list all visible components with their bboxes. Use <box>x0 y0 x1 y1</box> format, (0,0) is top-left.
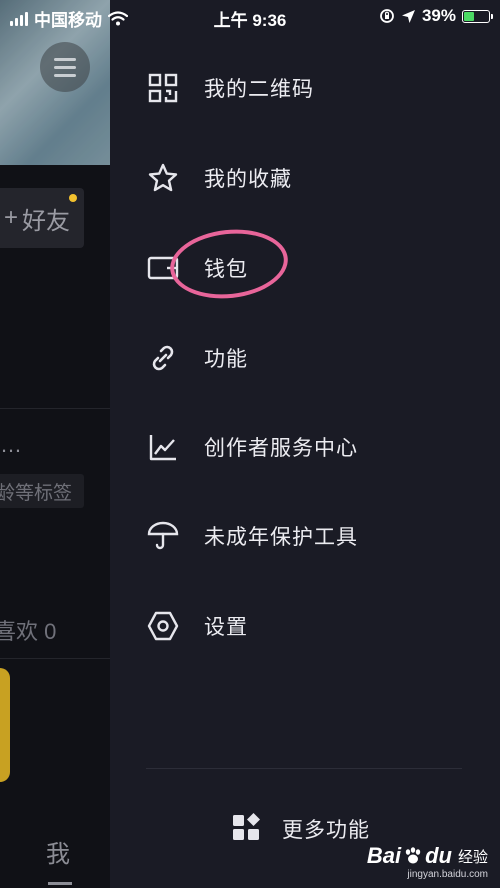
side-drawer: 我的二维码 我的收藏 钱包 功能 创作者服务中心 未成年保护工具 设置 更多功能 <box>110 0 500 888</box>
add-friend-label: 好友 <box>22 207 71 235</box>
more-features-button[interactable]: 更多功能 <box>232 806 370 852</box>
chart-icon <box>146 430 180 464</box>
battery-icon <box>462 9 493 23</box>
drawer-divider <box>146 768 462 769</box>
drawer-item-settings[interactable]: 设置 <box>146 598 466 654</box>
drawer-item-label: 未成年保护工具 <box>204 526 358 549</box>
baidu-jingyan-watermark: Bai du 经验 jingyan.baidu.com <box>367 843 488 880</box>
plus-icon: + <box>4 204 19 231</box>
notification-dot <box>69 194 77 202</box>
drawer-item-qr-code[interactable]: 我的二维码 <box>146 60 466 116</box>
drawer-item-label: 功能 <box>204 348 248 371</box>
menu-icon[interactable] <box>40 42 90 92</box>
watermark-brand: Bai <box>366 843 402 868</box>
drawer-item-label: 钱包 <box>204 258 248 281</box>
drawer-item-minor-protection[interactable]: 未成年保护工具 <box>146 508 466 564</box>
umbrella-icon <box>146 519 180 553</box>
watermark-brand-cn: 经验 <box>457 848 488 866</box>
divider <box>0 408 110 409</box>
wallet-icon <box>146 251 180 285</box>
star-icon <box>146 161 180 195</box>
drawer-item-label: 创作者服务中心 <box>204 437 358 460</box>
status-bar: 中国移动 上午 9:36 39% <box>0 0 500 34</box>
profile-tag-chip[interactable]: 龄等标签 <box>0 474 84 508</box>
link-icon <box>146 341 180 375</box>
drawer-item-features[interactable]: 功能 <box>146 330 466 386</box>
battery-percent: 39% <box>421 6 456 25</box>
likes-tab[interactable]: 喜欢 0 <box>0 614 56 646</box>
paw-icon <box>405 847 421 864</box>
tab-indicator <box>48 882 72 885</box>
more-features-label: 更多功能 <box>282 819 370 842</box>
location-icon <box>401 9 415 23</box>
drawer-item-label: 我的二维码 <box>204 78 314 101</box>
watermark-url: jingyan.baidu.com <box>407 869 488 880</box>
grid-apps-icon <box>232 812 262 847</box>
divider <box>0 658 110 659</box>
drawer-item-wallet[interactable]: 钱包 <box>146 240 466 296</box>
tag-text: 龄等标签 <box>0 482 73 504</box>
promo-card[interactable] <box>0 668 10 782</box>
bio-ellipsis: … <box>0 432 23 457</box>
hexagon-settings-icon <box>146 609 180 643</box>
orientation-lock-icon <box>380 9 394 23</box>
drawer-item-favorites[interactable]: 我的收藏 <box>146 150 466 206</box>
qr-code-icon <box>146 71 180 105</box>
tab-me[interactable]: 我 <box>46 834 70 869</box>
background-profile-page: + 好友 … 龄等标签 喜欢 0 我 <box>0 0 110 888</box>
watermark-brand-suffix: du <box>425 843 452 868</box>
drawer-item-creator-center[interactable]: 创作者服务中心 <box>146 419 466 475</box>
drawer-item-label: 我的收藏 <box>204 168 292 191</box>
drawer-item-label: 设置 <box>204 616 248 639</box>
